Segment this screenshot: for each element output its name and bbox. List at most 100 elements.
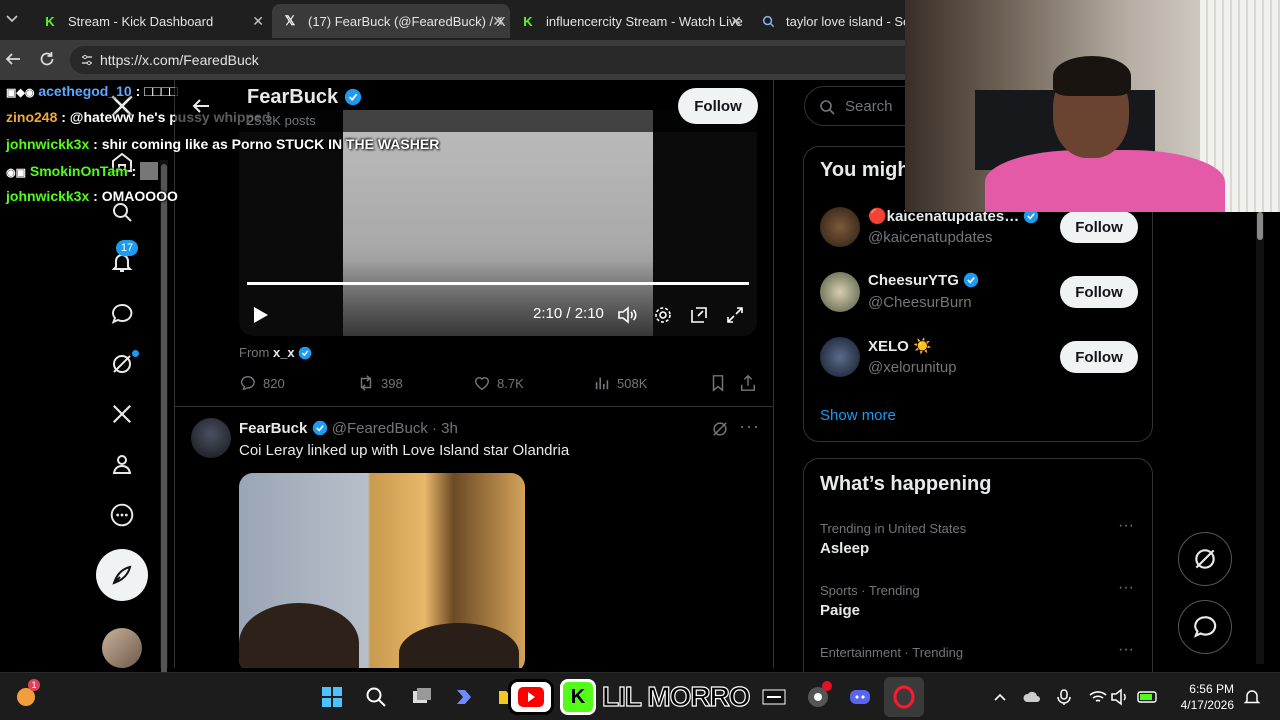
trend-more-icon[interactable]: ···	[1118, 579, 1134, 597]
follow-button[interactable]: Follow	[1060, 341, 1138, 373]
reply-button[interactable]: 820	[239, 374, 285, 392]
whats-happening-title: What’s happening	[820, 473, 992, 495]
weather-widget-icon[interactable]: 1	[12, 679, 40, 711]
verified-badge-icon	[344, 88, 361, 106]
settings-gear-icon[interactable]	[653, 305, 673, 330]
grok-floating-button[interactable]	[1178, 532, 1232, 586]
battery-icon[interactable]	[1134, 683, 1162, 711]
back-arrow-icon[interactable]	[4, 50, 24, 70]
tab-influencercity[interactable]: K influencercity Stream - Watch Live ✕	[510, 4, 748, 38]
network-cloud-icon[interactable]	[1018, 683, 1046, 711]
page-scrollbar[interactable]	[1256, 208, 1264, 664]
show-hidden-icons-chevron[interactable]	[986, 683, 1014, 711]
call-of-duty-icon[interactable]	[760, 683, 788, 711]
post-image[interactable]	[239, 473, 525, 668]
follow-button[interactable]: Follow	[678, 88, 758, 124]
clock[interactable]: 6:56 PM 4/17/2026	[1168, 681, 1234, 713]
microphone-icon[interactable]	[1050, 683, 1078, 711]
repost-icon	[360, 375, 372, 391]
views-chart-icon	[595, 377, 609, 390]
show-more-link[interactable]: Show more	[820, 407, 896, 424]
play-icon[interactable]	[253, 306, 269, 329]
chrome-icon[interactable]	[804, 681, 832, 711]
tab-kick-dashboard[interactable]: K Stream - Kick Dashboard ✕	[32, 4, 270, 38]
post-handle-time[interactable]: @FearedBuck · 3h	[332, 420, 458, 437]
chat-line: ◉▣ SmokinOnTam :	[6, 162, 159, 180]
tab-title: taylor love island - Sear	[786, 13, 910, 29]
grok-dot	[132, 350, 139, 357]
notifications-bell-icon[interactable]: 17	[106, 240, 138, 278]
repost-button[interactable]: 398	[357, 374, 403, 392]
video-progress-track[interactable]	[247, 282, 749, 285]
compose-post-button[interactable]	[96, 549, 148, 601]
close-icon[interactable]: ✕	[252, 13, 264, 30]
chat-line: ▣◆◉ acethegod_10 : □□□□	[6, 83, 178, 99]
chat-username: johnwickk3x	[6, 188, 90, 204]
who-to-follow-title: You migh	[820, 159, 910, 181]
site-info-icon[interactable]	[80, 53, 94, 70]
messages-floating-button[interactable]	[1178, 600, 1232, 654]
trend-topic[interactable]: Asleep	[820, 540, 869, 557]
tab-x-profile[interactable]: 𝕏 (17) FearBuck (@FearedBuck) / X ✕	[272, 4, 510, 38]
url-field[interactable]: https://x.com/FearedBuck	[70, 46, 905, 74]
suggested-user-handle: @kaicenatupdates	[868, 229, 993, 246]
post-text: Coi Leray linked up with Love Island sta…	[239, 442, 570, 459]
trend-more-icon[interactable]: ···	[1118, 641, 1134, 659]
chat-badge-icon: ◉▣	[6, 167, 26, 179]
picture-in-picture-icon[interactable]	[689, 305, 709, 330]
grok-icon[interactable]	[106, 348, 139, 380]
url-text: https://x.com/FearedBuck	[100, 52, 259, 68]
volume-icon[interactable]	[617, 305, 637, 330]
volume-icon[interactable]	[1106, 683, 1134, 711]
more-icon[interactable]	[106, 499, 138, 531]
notification-center-icon[interactable]	[1238, 683, 1266, 711]
like-button[interactable]: 8.7K	[473, 374, 524, 392]
tab-search-chevron-icon[interactable]	[4, 10, 24, 30]
follow-button[interactable]: Follow	[1060, 276, 1138, 308]
bookmark-icon[interactable]	[709, 374, 727, 395]
profile-icon[interactable]	[106, 448, 138, 480]
stream-name-label: LIL MORRO	[601, 680, 751, 712]
chat-username: johnwickk3x	[6, 136, 90, 152]
follow-button[interactable]: Follow	[1060, 211, 1138, 243]
post-more-icon[interactable]: ···	[739, 416, 760, 437]
close-icon[interactable]: ✕	[730, 13, 742, 30]
avatar[interactable]	[820, 272, 860, 312]
chat-emote-icon	[140, 162, 159, 180]
trend-more-icon[interactable]: ···	[1118, 517, 1134, 535]
fullscreen-icon[interactable]	[725, 305, 745, 330]
avatar[interactable]	[820, 337, 860, 377]
post-author-name[interactable]: FearBuck	[239, 420, 307, 437]
source-user[interactable]: x_x	[273, 345, 295, 360]
tab-search[interactable]: taylor love island - Sear	[750, 4, 910, 38]
copilot-icon[interactable]	[450, 683, 478, 711]
suggested-user-name[interactable]: XELO ☀️	[868, 337, 932, 355]
suggested-user-name[interactable]: CheesurYTG	[868, 272, 979, 289]
video-source: From x_x	[239, 345, 312, 360]
windows-start-icon[interactable]	[318, 683, 346, 711]
taskbar-search-icon[interactable]	[362, 683, 390, 711]
account-avatar[interactable]	[102, 628, 142, 668]
messages-icon[interactable]	[106, 298, 138, 330]
tab-title: (17) FearBuck (@FearedBuck) / X	[308, 13, 506, 29]
grok-icon	[1195, 549, 1215, 569]
back-arrow-icon[interactable]	[191, 96, 211, 121]
messages-icon	[1193, 616, 1217, 638]
trend-topic[interactable]: Paige	[820, 602, 860, 619]
post-count: 25.3K posts	[247, 113, 316, 128]
discord-icon[interactable]	[846, 683, 874, 711]
task-view-icon[interactable]	[408, 683, 436, 711]
avatar[interactable]	[820, 207, 860, 247]
reload-icon[interactable]	[38, 50, 58, 70]
opera-gx-icon[interactable]	[884, 677, 924, 717]
nav-scrollbar[interactable]	[160, 160, 168, 704]
notification-badge: 17	[116, 240, 138, 256]
share-icon[interactable]	[739, 374, 757, 395]
views-button[interactable]: 508K	[593, 374, 647, 392]
post-author-avatar[interactable]	[191, 418, 231, 458]
stream-logo-overlay: K LIL MORRO	[508, 677, 756, 717]
close-icon[interactable]: ✕	[492, 13, 504, 30]
grok-explain-icon[interactable]	[711, 420, 729, 443]
x-icon: 𝕏	[284, 13, 296, 28]
premium-x-icon[interactable]	[106, 398, 138, 430]
